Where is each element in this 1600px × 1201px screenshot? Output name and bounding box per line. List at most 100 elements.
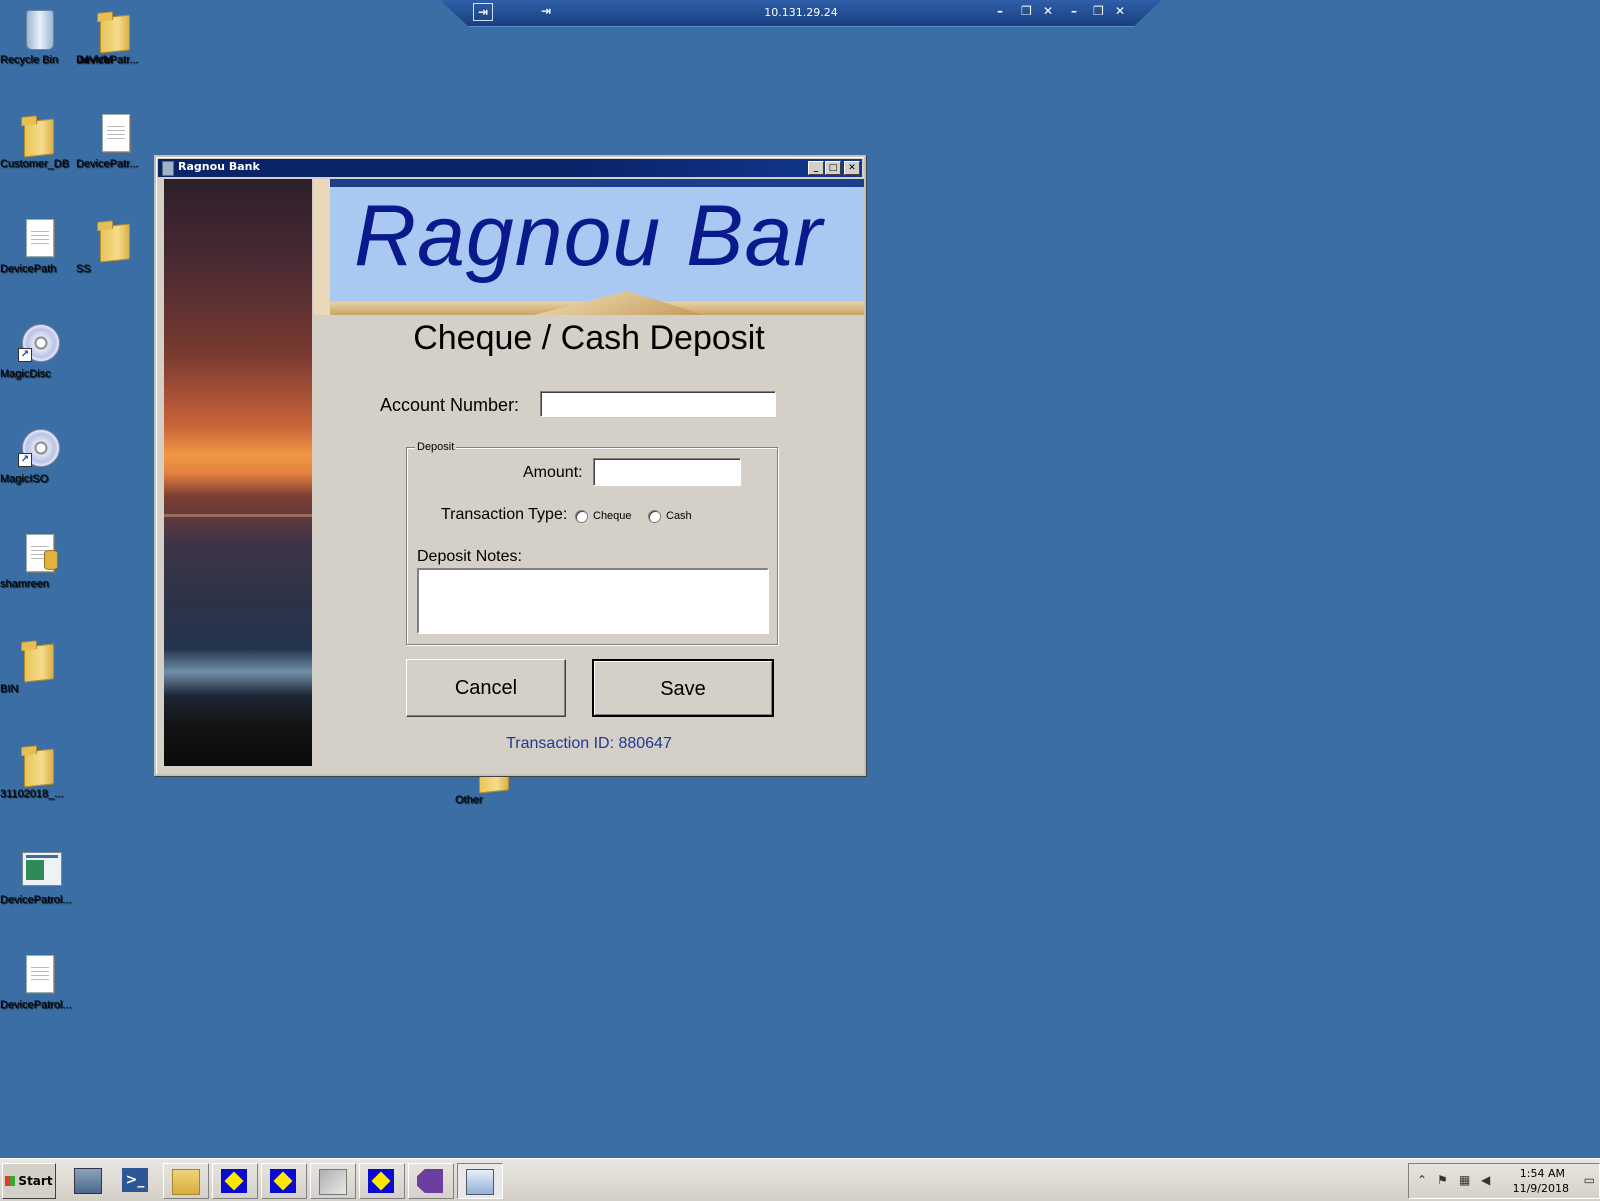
taskbar-diamond-app-2[interactable]: [261, 1163, 307, 1199]
document-icon: [18, 215, 58, 259]
rdp-restore-icon[interactable]: ❐: [1021, 4, 1032, 18]
deposit-groupbox: Deposit Amount: Transaction Type: Cheque…: [406, 441, 778, 645]
taskbar-file-explorer[interactable]: [163, 1163, 209, 1199]
rdp-minimize-icon[interactable]: –: [1071, 4, 1077, 18]
shortcut-arrow-icon: ↗: [18, 453, 32, 467]
taskbar-tools-app[interactable]: [310, 1163, 356, 1199]
shortcut-arrow-icon: ↗: [18, 348, 32, 362]
transaction-id-text: Transaction ID: 880647: [506, 735, 672, 752]
rdp-close-icon[interactable]: ✕: [1115, 4, 1125, 18]
document-icon: [94, 110, 134, 154]
desktop-icon-devicepatr-mvvm[interactable]: DevicePatr... -MVVM: [76, 6, 152, 66]
application-icon: [18, 846, 62, 890]
diamond-app-icon: [368, 1169, 394, 1193]
visual-studio-icon: [417, 1169, 443, 1193]
desktop-icon-shamreen[interactable]: shamreen: [0, 530, 76, 590]
amount-label: Amount:: [523, 464, 583, 481]
disc-icon: ↗: [18, 425, 60, 469]
desktop-icon-ss[interactable]: SS: [76, 215, 152, 275]
tools-icon: [319, 1169, 347, 1195]
form-title: Cheque / Cash Deposit: [413, 319, 765, 357]
desktop-icon-devicepatr-doc[interactable]: DevicePatr...: [76, 110, 152, 170]
deposit-notes-label: Deposit Notes:: [417, 548, 522, 565]
show-desktop-icon[interactable]: ▭: [1584, 1173, 1595, 1187]
remote-desktop-connection-bar[interactable]: ⇥ ⇥ 10.131.29.24 – ❐ ✕ – ❐ ✕: [440, 0, 1162, 27]
desktop-icon-devicepatrol-app[interactable]: DevicePatrol...: [0, 846, 76, 906]
desktop-icon-recycle-bin[interactable]: Recycle Bin: [0, 6, 76, 66]
desktop-icon-label: shamreen: [0, 578, 49, 590]
rdp-close-icon[interactable]: ✕: [1043, 4, 1053, 18]
clock-time[interactable]: 1:54 AM: [1520, 1167, 1565, 1180]
window-title: Ragnou Bank: [178, 160, 260, 173]
rdp-restore-icon[interactable]: ❐: [1093, 4, 1104, 18]
bank-name-logo: Ragnou Bar: [354, 188, 823, 284]
taskbar-powershell[interactable]: >_: [114, 1163, 158, 1197]
desktop-icon-label: DevicePatrol...: [0, 894, 72, 906]
banner-edge: [314, 179, 330, 315]
close-button[interactable]: ✕: [844, 161, 860, 175]
diamond-app-icon: [270, 1169, 296, 1193]
folder-icon: [18, 635, 58, 683]
folder-icon: [94, 215, 134, 263]
taskbar-diamond-app-1[interactable]: [212, 1163, 258, 1199]
desktop-icon-bin[interactable]: BIN: [0, 635, 76, 695]
show-hidden-icons-icon[interactable]: ⌃: [1417, 1173, 1427, 1187]
desktop-icon-devicepatrol-doc[interactable]: DevicePatrol...: [0, 951, 76, 1011]
account-number-label: Account Number:: [380, 395, 520, 415]
deposit-group-legend: Deposit: [415, 441, 457, 453]
cheque-radio-label[interactable]: Cheque: [593, 510, 632, 522]
network-icon[interactable]: ▦: [1459, 1173, 1470, 1187]
desktop-icon-magiciso[interactable]: ↗ MagicISO: [0, 425, 76, 485]
diamond-app-icon: [221, 1169, 247, 1193]
taskbar-diamond-app-3[interactable]: [359, 1163, 405, 1199]
server-manager-icon: [74, 1168, 102, 1194]
desktop-icon-magicdisc[interactable]: ↗ MagicDisc: [0, 320, 76, 380]
desktop-icon-label: MagicDisc: [0, 368, 51, 380]
database-file-icon: [18, 530, 58, 574]
amount-input[interactable]: [593, 458, 741, 486]
system-tray: ⌃ ⚑ ▦ ◀ 1:54 AM 11/9/2018 ▭: [1408, 1163, 1600, 1199]
windows-logo-icon: [5, 1176, 16, 1186]
recycle-bin-icon: [18, 6, 58, 50]
cash-radio[interactable]: [648, 510, 661, 523]
taskbar: Start >_ ⌃ ⚑ ▦ ◀ 1:54 AM 11/9/2018 ▭: [0, 1158, 1600, 1201]
folder-icon: [94, 6, 134, 54]
desktop-icon-label: 31102018_...: [0, 788, 64, 800]
taskbar-visual-studio[interactable]: [408, 1163, 454, 1199]
desktop-icon-label: Customer_DB: [0, 158, 70, 170]
disc-icon: ↗: [18, 320, 60, 364]
start-button[interactable]: Start: [2, 1163, 56, 1199]
desktop-icon-label: Other: [455, 794, 483, 806]
minimize-button[interactable]: _: [808, 161, 824, 175]
volume-muted-icon[interactable]: ◀: [1481, 1173, 1490, 1187]
taskbar-server-manager[interactable]: [66, 1163, 110, 1197]
save-button[interactable]: Save: [592, 659, 774, 717]
cheque-radio[interactable]: [575, 510, 588, 523]
desktop-icon-label: Recycle Bin: [0, 54, 59, 66]
start-label: Start: [18, 1174, 53, 1188]
desktop-icon-devicepath[interactable]: DevicePath: [0, 215, 76, 275]
desktop-icon-label-line2: -MVVM: [76, 54, 113, 66]
sunset-side-image: [164, 179, 312, 766]
window-titlebar[interactable]: Ragnou Bank _ □ ✕: [158, 159, 862, 177]
app-icon: [162, 161, 174, 176]
clock-date[interactable]: 11/9/2018: [1513, 1182, 1569, 1195]
desktop-icon-label: SS: [76, 263, 91, 275]
deposit-notes-input[interactable]: [417, 568, 769, 634]
cash-radio-label[interactable]: Cash: [666, 510, 692, 522]
desktop-icon-customer-db[interactable]: Customer_DB: [0, 110, 76, 170]
document-icon: [18, 951, 58, 995]
desktop-icon-label: MagicISO: [0, 473, 49, 485]
maximize-button[interactable]: □: [825, 161, 841, 175]
bank-banner: Ragnou Bar: [314, 179, 864, 315]
rdp-minimize-icon[interactable]: –: [997, 4, 1003, 18]
action-center-flag-icon[interactable]: ⚑: [1437, 1173, 1448, 1187]
taskbar-ragnou-bank[interactable]: [457, 1163, 503, 1199]
folder-icon: [18, 740, 58, 788]
desktop-icon-31102018[interactable]: 31102018_...: [0, 740, 76, 800]
cancel-button[interactable]: Cancel: [406, 659, 566, 717]
desktop-icon-label: BIN: [0, 683, 19, 695]
file-explorer-icon: [172, 1169, 200, 1195]
desktop-icon-label: DevicePatr...: [76, 158, 139, 170]
account-number-input[interactable]: [540, 391, 776, 417]
